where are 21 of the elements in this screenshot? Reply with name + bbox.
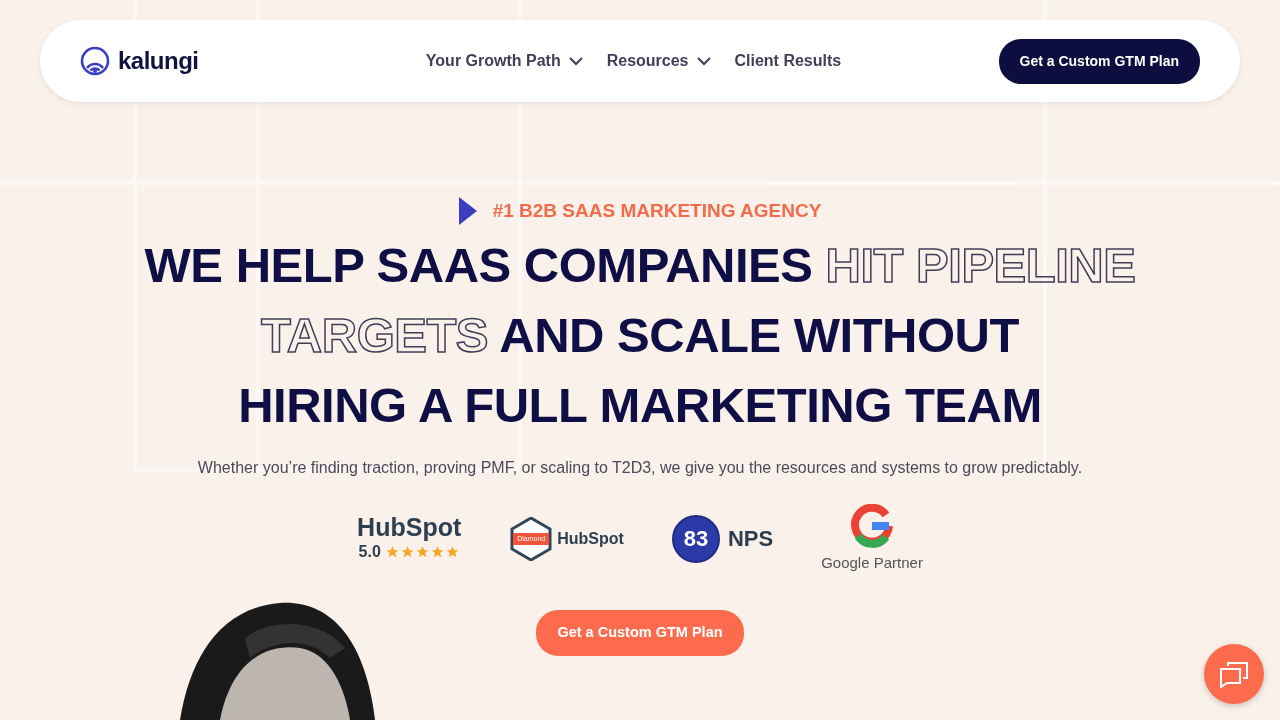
logo-text[interactable]: kalungi bbox=[118, 43, 199, 79]
nav-dropdown[interactable]: Resources bbox=[606, 49, 711, 73]
nav-link[interactable]: Client Results bbox=[734, 49, 842, 73]
hubspot-logo-text: HubSpot bbox=[557, 528, 624, 549]
nps-score: 83 bbox=[671, 514, 720, 563]
nav-dropdown[interactable]: Your Growth Path bbox=[425, 49, 583, 73]
logo-icon bbox=[80, 46, 110, 76]
chevron-down-icon bbox=[696, 56, 711, 66]
subtitle: Whether you’re finding traction, proving PMF, or scaling to T2D3, we give you the resources and systems to grow predictably. bbox=[197, 457, 1083, 478]
rating-score: 5.0 bbox=[358, 541, 381, 562]
hubspot-logo-text: HubSpot bbox=[357, 513, 462, 540]
eyebrow-text: #1 B2B SAAS MARKETING AGENCY bbox=[492, 199, 822, 223]
cta-button[interactable]: Get a Custom GTM Plan bbox=[998, 38, 1200, 84]
google-g-icon bbox=[850, 503, 894, 548]
chat-icon bbox=[1219, 660, 1249, 688]
google-partner-text: Google Partner bbox=[821, 552, 923, 573]
nps-label: NPS bbox=[727, 525, 774, 554]
chat-button[interactable] bbox=[1204, 644, 1264, 704]
headline: WE HELP SAAS COMPANIES HIT PIPELINE TARGETS AND SCALE WITHOUT HIRING A FULL MARKETING TEAM bbox=[144, 236, 1136, 434]
play-icon bbox=[458, 197, 477, 226]
chevron-down-icon bbox=[568, 56, 583, 66]
